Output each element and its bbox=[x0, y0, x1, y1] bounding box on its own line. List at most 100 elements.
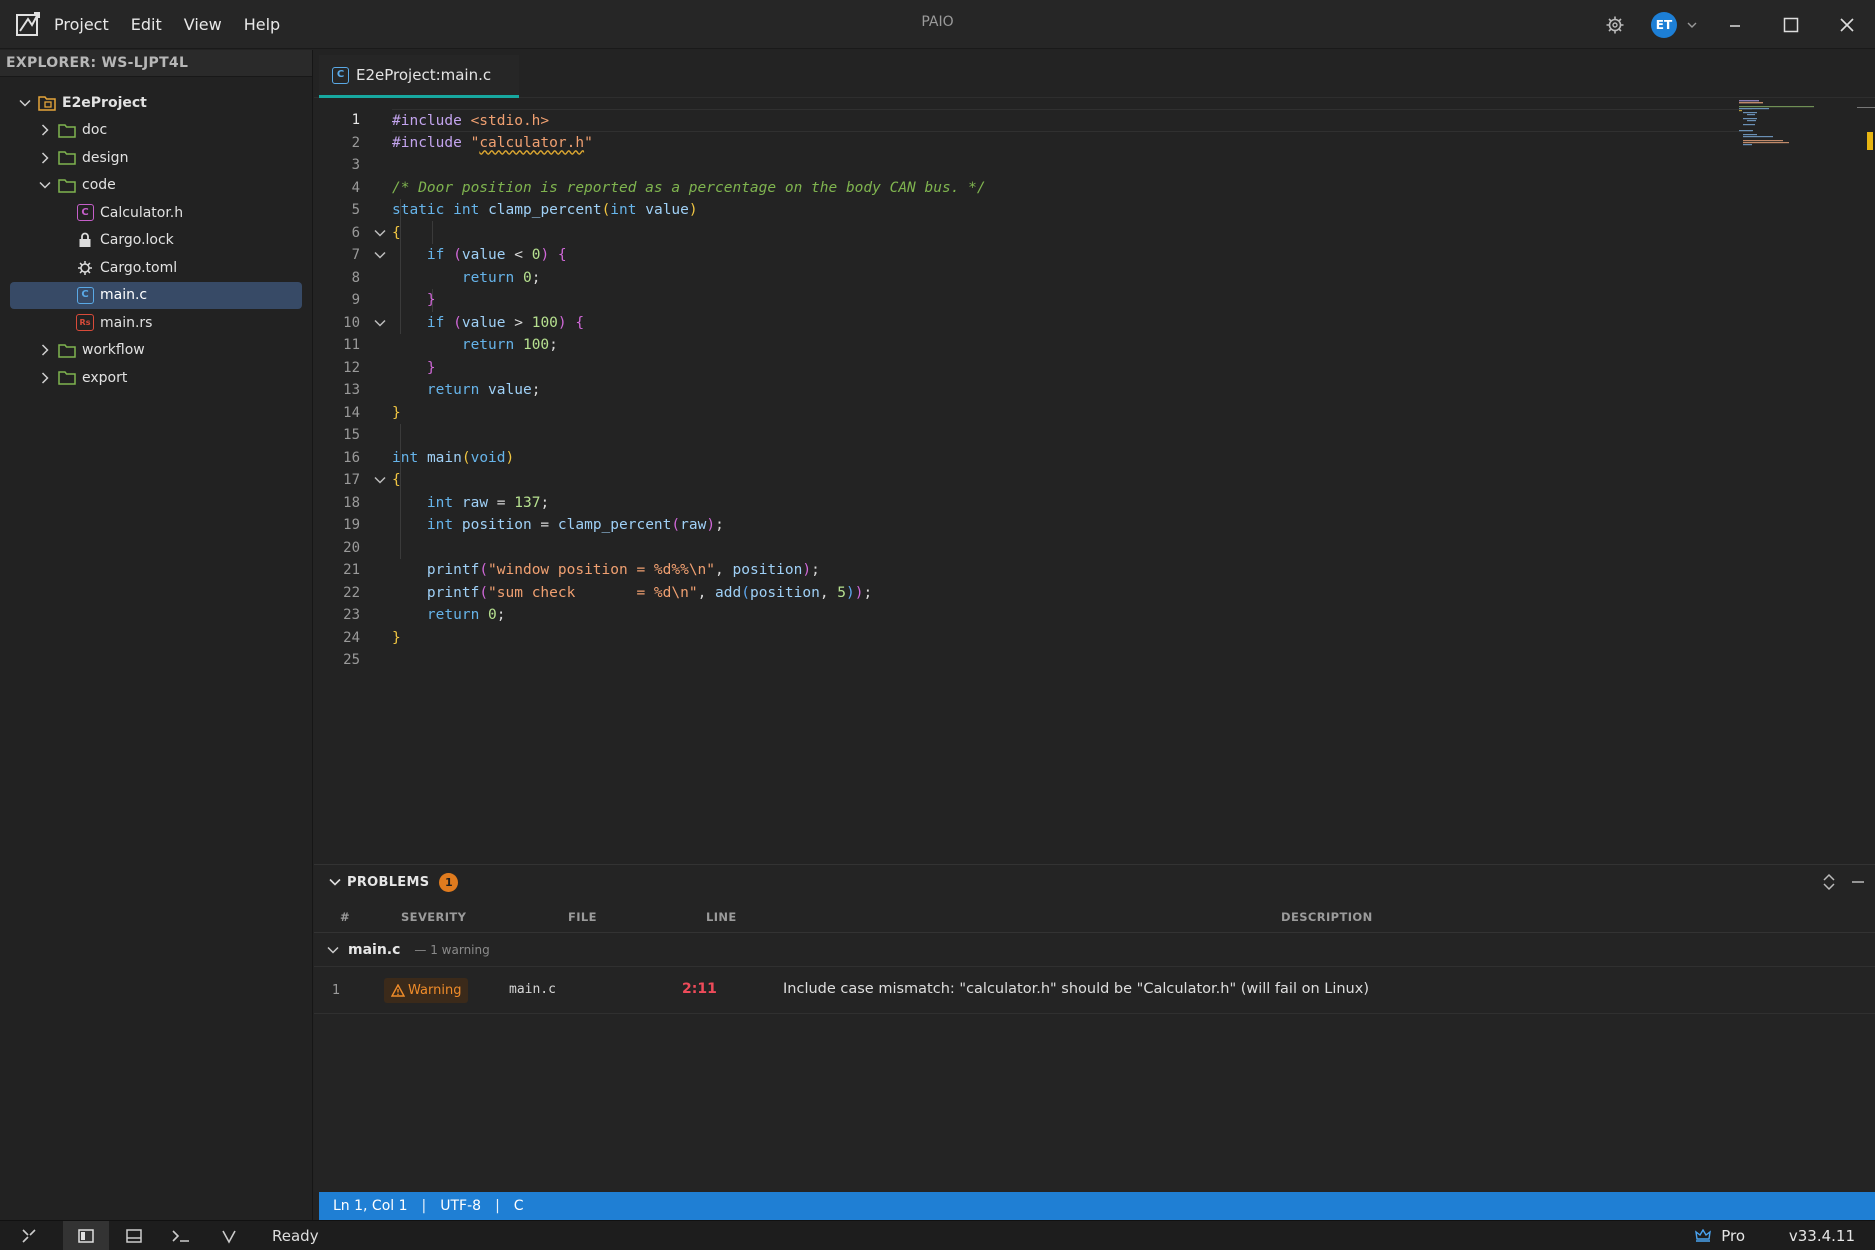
line-number: 10 bbox=[343, 314, 360, 331]
code-line-14: } bbox=[392, 404, 401, 421]
code-editor[interactable]: 1 2 3 4 5 6 7 8 9 10 11 12 13 14 15 16 17 18 19 20 21 22 23 24 2… bbox=[314, 99, 1875, 863]
menu-project[interactable]: Project bbox=[54, 15, 109, 34]
title-actions: ET bbox=[1587, 0, 1875, 49]
column-num[interactable]: # bbox=[340, 910, 350, 924]
file-encoding[interactable]: UTF-8 bbox=[440, 1198, 481, 1214]
remote-button[interactable] bbox=[6, 1221, 52, 1250]
code-line-16: int main(void) bbox=[392, 449, 515, 466]
line-number-gutter: 1 2 3 4 5 6 7 8 9 10 11 12 13 14 15 16 17 18 19 20 21 22 23 24 2… bbox=[314, 109, 368, 672]
editor-scrollbar[interactable] bbox=[1857, 99, 1875, 863]
chevron-right-icon[interactable] bbox=[38, 151, 52, 165]
menu-view[interactable]: View bbox=[184, 15, 222, 34]
problem-row[interactable]: 1 Warning main.c 2:11 Include case misma… bbox=[314, 967, 1875, 1014]
title-bar: Project Edit View Help PAIO ET bbox=[0, 0, 1875, 49]
tree-item-e2eproject[interactable]: E2eProject bbox=[0, 89, 312, 117]
chevron-right-icon[interactable] bbox=[38, 123, 52, 137]
tab-main-c[interactable]: C E2eProject:main.c bbox=[319, 55, 519, 98]
code-line-8: return 0; bbox=[461, 269, 541, 286]
folder-icon bbox=[58, 369, 76, 387]
minimize-panel-button[interactable] bbox=[1851, 875, 1865, 889]
tree-item-main-c[interactable]: C main.c bbox=[10, 281, 302, 309]
code-line-4: /* Door position is reported as a percen… bbox=[392, 179, 986, 196]
folder-icon bbox=[58, 149, 76, 167]
tree-item-main-rs[interactable]: Rs main.rs bbox=[0, 309, 312, 337]
cursor-position[interactable]: Ln 1, Col 1 bbox=[333, 1198, 408, 1214]
fold-chevron-icon[interactable] bbox=[370, 244, 390, 267]
chevron-down-icon[interactable] bbox=[38, 178, 52, 192]
settings-button[interactable] bbox=[1587, 0, 1643, 49]
tree-item-design[interactable]: design bbox=[0, 144, 312, 172]
tree-item-export[interactable]: export bbox=[0, 364, 312, 392]
file-tree: E2eProject doc design code C Calculator.… bbox=[0, 77, 312, 392]
tree-item-label: export bbox=[82, 369, 128, 386]
column-description[interactable]: DESCRIPTION bbox=[1281, 910, 1373, 924]
close-button[interactable] bbox=[1819, 0, 1875, 49]
chevron-up-down-icon bbox=[1823, 873, 1835, 891]
code-line-2: #include "calculator.h" bbox=[392, 134, 593, 151]
account-menu-button[interactable]: ET bbox=[1643, 0, 1707, 49]
explorer-title: EXPLORER: WS-LJPT4L bbox=[0, 50, 312, 77]
tree-item-code[interactable]: code bbox=[0, 172, 312, 200]
language-mode[interactable]: C bbox=[514, 1198, 524, 1214]
line-number: 14 bbox=[343, 404, 360, 421]
toggle-sidebar-button[interactable] bbox=[63, 1221, 109, 1250]
menu-edit[interactable]: Edit bbox=[131, 15, 162, 34]
menu-help[interactable]: Help bbox=[244, 15, 280, 34]
maximize-icon bbox=[1783, 17, 1799, 32]
column-line[interactable]: LINE bbox=[706, 910, 737, 924]
expand-collapse-button[interactable] bbox=[1821, 873, 1837, 891]
fold-gutter bbox=[370, 109, 390, 672]
tree-item-cargo-lock[interactable]: Cargo.lock bbox=[0, 227, 312, 255]
chevron-v-icon bbox=[222, 1230, 236, 1244]
gear-icon bbox=[1606, 16, 1624, 33]
problem-line-link[interactable]: 2:11 bbox=[682, 981, 717, 997]
code-area[interactable]: #include <stdio.h> #include "calculator.… bbox=[392, 109, 1752, 672]
terminal-button[interactable] bbox=[158, 1221, 204, 1250]
c-file-icon: C bbox=[76, 286, 94, 304]
chevron-right-icon[interactable] bbox=[38, 343, 52, 357]
fold-chevron-icon[interactable] bbox=[370, 469, 390, 492]
project-icon bbox=[38, 94, 56, 112]
chevron-down-icon[interactable] bbox=[328, 875, 342, 889]
line-number: 20 bbox=[343, 539, 360, 556]
severity-label: Warning bbox=[408, 983, 462, 998]
tree-item-calculator-h[interactable]: C Calculator.h bbox=[0, 199, 312, 227]
minimize-button[interactable] bbox=[1707, 0, 1763, 49]
tree-item-workflow[interactable]: workflow bbox=[0, 337, 312, 365]
code-line-18: int raw = 137; bbox=[426, 494, 550, 511]
maximize-button[interactable] bbox=[1763, 0, 1819, 49]
chevron-down-icon[interactable] bbox=[18, 96, 32, 110]
column-file[interactable]: FILE bbox=[568, 910, 597, 924]
problem-file[interactable]: main.c bbox=[509, 982, 556, 997]
line-number: 7 bbox=[351, 247, 360, 263]
editor-tab-bar: C E2eProject:main.c bbox=[314, 50, 1875, 98]
chevron-down-icon[interactable] bbox=[326, 943, 340, 957]
tree-item-cargo-toml[interactable]: Cargo.toml bbox=[0, 254, 312, 282]
tree-item-label: E2eProject bbox=[62, 94, 147, 111]
fold-chevron-icon[interactable] bbox=[370, 312, 390, 335]
problems-group-main-c[interactable]: main.c — 1 warning bbox=[314, 933, 1875, 967]
toggle-panel-button[interactable] bbox=[111, 1221, 157, 1250]
line-number: 12 bbox=[343, 359, 360, 376]
code-line-13: return value; bbox=[426, 382, 541, 398]
column-severity[interactable]: SEVERITY bbox=[401, 910, 466, 924]
problems-header[interactable]: PROBLEMS 1 bbox=[314, 865, 1875, 899]
chevron-right-icon[interactable] bbox=[38, 371, 52, 385]
folder-icon bbox=[58, 341, 76, 359]
status-separator: | bbox=[421, 1198, 427, 1214]
minimap[interactable] bbox=[1737, 99, 1857, 159]
line-number: 18 bbox=[343, 494, 360, 511]
fold-chevron-icon[interactable] bbox=[370, 222, 390, 245]
plan-badge[interactable]: Pro bbox=[1695, 1227, 1745, 1245]
version-control-button[interactable] bbox=[206, 1221, 252, 1250]
app-logo-icon[interactable] bbox=[14, 10, 42, 38]
line-number: 1 bbox=[351, 112, 360, 128]
line-number: 16 bbox=[343, 449, 360, 466]
tree-item-doc[interactable]: doc bbox=[0, 117, 312, 145]
